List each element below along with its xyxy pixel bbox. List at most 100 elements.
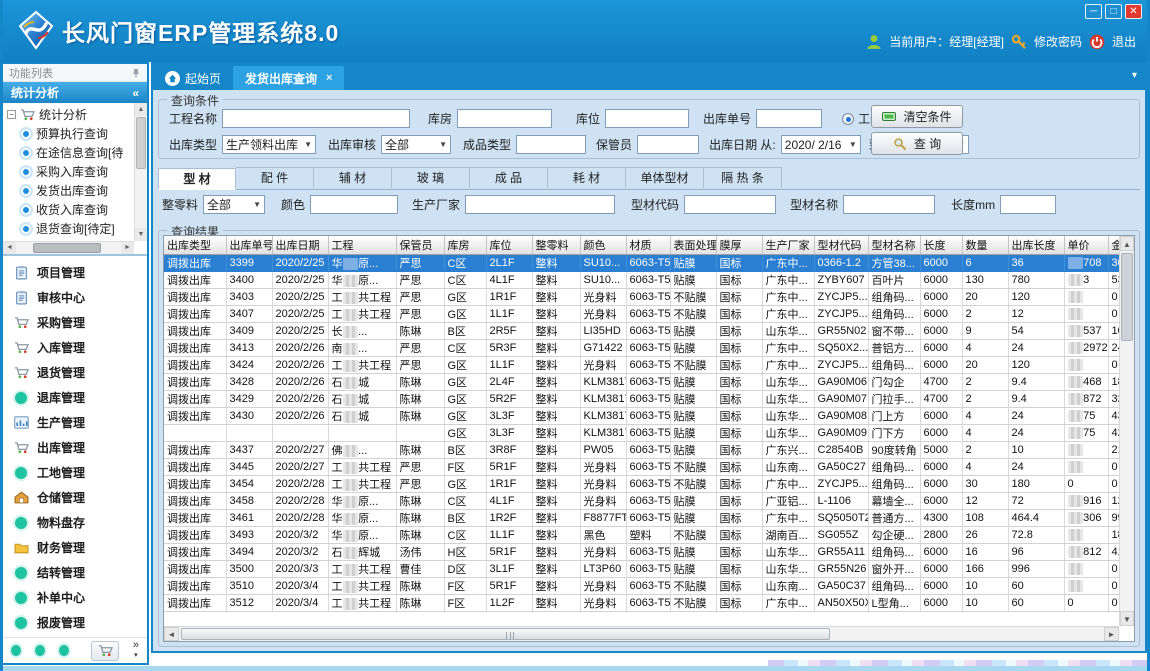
sidebar-module[interactable]: 退货管理 [3, 360, 147, 385]
collapse-icon[interactable]: « [132, 86, 139, 100]
search-button[interactable]: 查 询 [871, 132, 963, 155]
location-input[interactable] [605, 109, 689, 128]
sidebar-module[interactable]: 结转管理 [3, 560, 147, 585]
color-input[interactable] [310, 195, 398, 214]
material-tab[interactable]: 配 件 [236, 167, 314, 188]
order-no-input[interactable] [756, 109, 822, 128]
sidebar-module[interactable]: 仓储管理 [3, 485, 147, 510]
close-button[interactable]: ✕ [1125, 4, 1142, 19]
logout-link[interactable]: 退出 [1112, 33, 1136, 50]
product-type-input[interactable] [516, 135, 586, 154]
sidebar-module[interactable]: 补单中心 [3, 585, 147, 610]
table-row[interactable]: 调拨出库34032020/2/25工▒▒共工程严思G区1R1F整料光身料6063… [164, 288, 1132, 305]
module-dot-icon[interactable] [59, 645, 69, 656]
tab-list-caret-icon[interactable]: ▾ [1132, 70, 1137, 81]
tree-item[interactable]: 预算执行查询 [21, 124, 134, 143]
table-row[interactable]: 调拨出库34612020/2/28华▒▒原...陈琳B区1R2F整料F8877F… [164, 509, 1132, 526]
sidebar-module[interactable]: 生产管理 [3, 410, 147, 435]
column-header[interactable]: 单价 [1064, 236, 1108, 254]
tree-root[interactable]: − 统计分析 [7, 105, 134, 124]
column-header[interactable]: 库房 [444, 236, 486, 254]
column-header[interactable]: 整零料 [532, 236, 580, 254]
table-row[interactable]: 调拨出库33992020/2/25华▒▒原...严思C区2L1F整料SU10..… [164, 254, 1132, 271]
table-row[interactable]: 调拨出库35002020/3/3工▒▒共工程曹佳D区3L1F整料LT3P6060… [164, 560, 1132, 577]
column-header[interactable]: 出库类型 [164, 236, 226, 254]
scroll-thumb[interactable] [181, 628, 830, 640]
tree-vertical-scrollbar[interactable]: ▲▼ [134, 103, 147, 241]
column-header[interactable]: 型材名称 [868, 236, 920, 254]
table-row[interactable]: 调拨出库34372020/2/27佛▒▒...陈琳B区3R8F整料PW05606… [164, 441, 1132, 458]
sidebar-module[interactable]: 入库管理 [3, 335, 147, 360]
sidebar-module[interactable]: 工地管理 [3, 460, 147, 485]
material-tab[interactable]: 辅 材 [314, 167, 392, 188]
table-row[interactable]: 调拨出库34302020/2/26石▒▒城陈琳G区3L3F整料KLM381760… [164, 407, 1132, 424]
tree-item[interactable]: 采购入库查询 [21, 162, 134, 181]
column-header[interactable]: 膜厚 [716, 236, 762, 254]
column-header[interactable]: 出库日期 [272, 236, 328, 254]
scroll-thumb[interactable] [136, 117, 146, 169]
audit-select[interactable]: 全部▼ [381, 135, 451, 154]
column-header[interactable]: 长度 [920, 236, 962, 254]
tab-close-icon[interactable]: × [326, 72, 332, 84]
cart-module-button[interactable] [91, 641, 119, 661]
keeper-input[interactable] [637, 135, 699, 154]
tree-item[interactable]: 在途信息查询[待 [21, 143, 134, 162]
tree-item[interactable]: 发货出库查询 [21, 181, 134, 200]
table-row[interactable]: 调拨出库34002020/2/25华▒▒原...严思C区4L1F整料SU10..… [164, 271, 1132, 288]
sidebar-module[interactable]: 退库管理 [3, 385, 147, 410]
length-input[interactable] [1000, 195, 1056, 214]
grid-vertical-scrollbar[interactable]: ▲▼ [1119, 236, 1134, 626]
column-header[interactable]: 出库单号 [226, 236, 272, 254]
profile-code-input[interactable] [684, 195, 776, 214]
table-row[interactable]: G区3L3F整料KLM38176063-T5贴膜国标山东华...GA90M09.… [164, 424, 1132, 441]
table-row[interactable]: 调拨出库34092020/2/25长▒▒...陈琳B区2R5F整料LI35HD6… [164, 322, 1132, 339]
tree-item[interactable]: 退货查询[待定] [21, 219, 134, 238]
table-row[interactable]: 调拨出库35122020/3/4工▒▒共工程陈琳F区1L2F整料光身料6063-… [164, 594, 1132, 611]
out-type-select[interactable]: 生产领料出库▼ [222, 135, 316, 154]
tree-horizontal-scrollbar[interactable]: ◄► [3, 241, 134, 254]
table-row[interactable]: 调拨出库34072020/2/25工▒▒共工程严思G区1L1F整料光身料6063… [164, 305, 1132, 322]
clear-conditions-button[interactable]: 清空条件 [871, 105, 963, 128]
pin-icon[interactable] [131, 68, 141, 78]
module-dot-icon[interactable] [35, 645, 45, 656]
profile-name-input[interactable] [843, 195, 935, 214]
tab-home[interactable]: 起始页 [153, 66, 233, 90]
sidebar-module[interactable]: 财务管理 [3, 535, 147, 560]
column-header[interactable]: 生产厂家 [762, 236, 814, 254]
sidebar-module[interactable]: 出库管理 [3, 435, 147, 460]
material-tab[interactable]: 单体型材 [626, 167, 704, 188]
scroll-thumb[interactable] [1121, 253, 1133, 341]
column-header[interactable]: 材质 [626, 236, 670, 254]
date-from-picker[interactable]: 2020/ 2/16▼ [781, 135, 861, 154]
table-row[interactable]: 调拨出库34582020/2/28华▒▒原...陈琳C区4L1F整料光身料606… [164, 492, 1132, 509]
project-name-input[interactable] [222, 109, 410, 128]
column-header[interactable]: 工程 [328, 236, 396, 254]
material-tab[interactable]: 成 品 [470, 167, 548, 188]
warehouse-input[interactable] [457, 109, 552, 128]
table-row[interactable]: 调拨出库34932020/3/2华▒▒原...陈琳C区1L1F整料黑色塑料不贴膜… [164, 526, 1132, 543]
whole-part-select[interactable]: 全部▼ [203, 195, 265, 214]
column-header[interactable]: 保管员 [396, 236, 444, 254]
column-header[interactable]: 表面处理 [670, 236, 716, 254]
table-row[interactable]: 调拨出库34942020/3/2石▒▒辉城汤伟H区5R1F整料光身料6063-T… [164, 543, 1132, 560]
tree-expander-icon[interactable]: − [7, 110, 16, 119]
scroll-thumb[interactable] [33, 243, 101, 253]
maker-input[interactable] [465, 195, 615, 214]
table-row[interactable]: 调拨出库34452020/2/27工▒▒共工程严思F区5R1F整料光身料6063… [164, 458, 1132, 475]
sidebar-module[interactable]: 审核中心 [3, 285, 147, 310]
change-password-link[interactable]: 修改密码 [1034, 33, 1082, 50]
sidebar-module[interactable]: 物料盘存 [3, 510, 147, 535]
sidebar-module[interactable]: 项目管理 [3, 260, 147, 285]
maximize-button[interactable]: □ [1105, 4, 1122, 19]
sidebar-module[interactable]: 报废管理 [3, 610, 147, 635]
tab-shipment-query[interactable]: 发货出库查询 × [233, 66, 344, 90]
column-header[interactable]: 型材代码 [814, 236, 868, 254]
module-dot-icon[interactable] [11, 645, 21, 656]
grid-horizontal-scrollbar[interactable]: ◄ ► [164, 626, 1119, 641]
column-header[interactable]: 出库长度 [1008, 236, 1064, 254]
column-header[interactable]: 数量 [962, 236, 1008, 254]
sidebar-module[interactable]: 采购管理 [3, 310, 147, 335]
stats-section-header[interactable]: 统计分析 « [3, 82, 147, 103]
material-tab[interactable]: 耗 材 [548, 167, 626, 188]
table-row[interactable]: 调拨出库34282020/2/26石▒▒城陈琳G区2L4F整料KLM381760… [164, 373, 1132, 390]
